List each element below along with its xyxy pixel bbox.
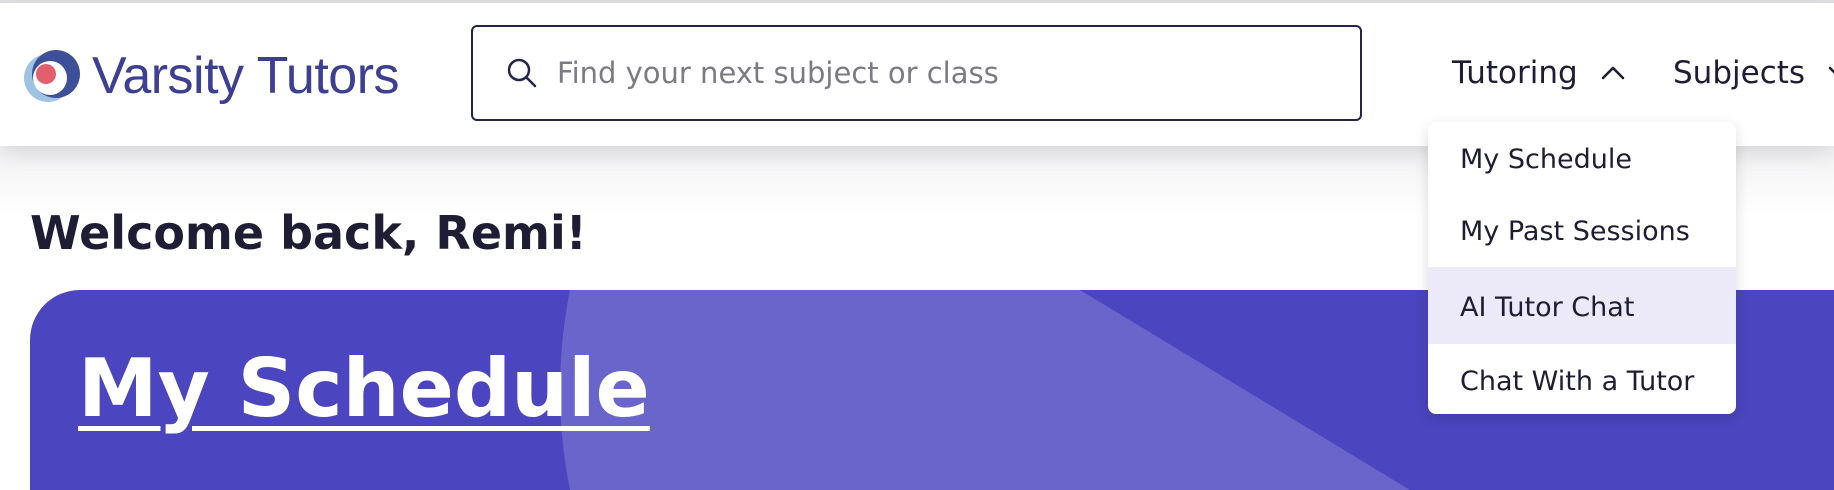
search-box[interactable] — [471, 25, 1362, 121]
menu-item-chat-with-a-tutor[interactable]: Chat With a Tutor — [1428, 344, 1736, 414]
logo-text: Varsity Tutors — [92, 47, 400, 105]
chevron-down-icon — [1828, 66, 1834, 74]
menu-item-ai-tutor-chat[interactable]: AI Tutor Chat — [1428, 270, 1736, 344]
menu-item-my-past-sessions[interactable]: My Past Sessions — [1428, 194, 1736, 268]
welcome-heading: Welcome back, Remi! — [30, 206, 587, 260]
nav-tutoring-label: Tutoring — [1452, 55, 1578, 91]
menu-item-label: My Past Sessions — [1460, 215, 1690, 247]
search-icon — [507, 58, 537, 88]
menu-item-my-schedule[interactable]: My Schedule — [1428, 122, 1736, 196]
menu-item-label: AI Tutor Chat — [1460, 291, 1635, 323]
menu-item-label: Chat With a Tutor — [1460, 365, 1695, 397]
my-schedule-link[interactable]: My Schedule — [78, 342, 650, 435]
chevron-up-icon — [1601, 66, 1624, 80]
varsity-tutors-logo[interactable]: Varsity Tutors — [20, 39, 400, 113]
tutoring-dropdown-menu: My Schedule My Past Sessions AI Tutor Ch… — [1428, 122, 1736, 414]
search-input[interactable] — [555, 55, 1339, 91]
menu-item-label: My Schedule — [1460, 143, 1632, 175]
logo-mark-icon — [24, 50, 80, 102]
nav-tutoring[interactable]: Tutoring — [1452, 51, 1626, 95]
nav-subjects[interactable]: Subjects — [1673, 51, 1834, 95]
nav-subjects-label: Subjects — [1673, 55, 1806, 91]
